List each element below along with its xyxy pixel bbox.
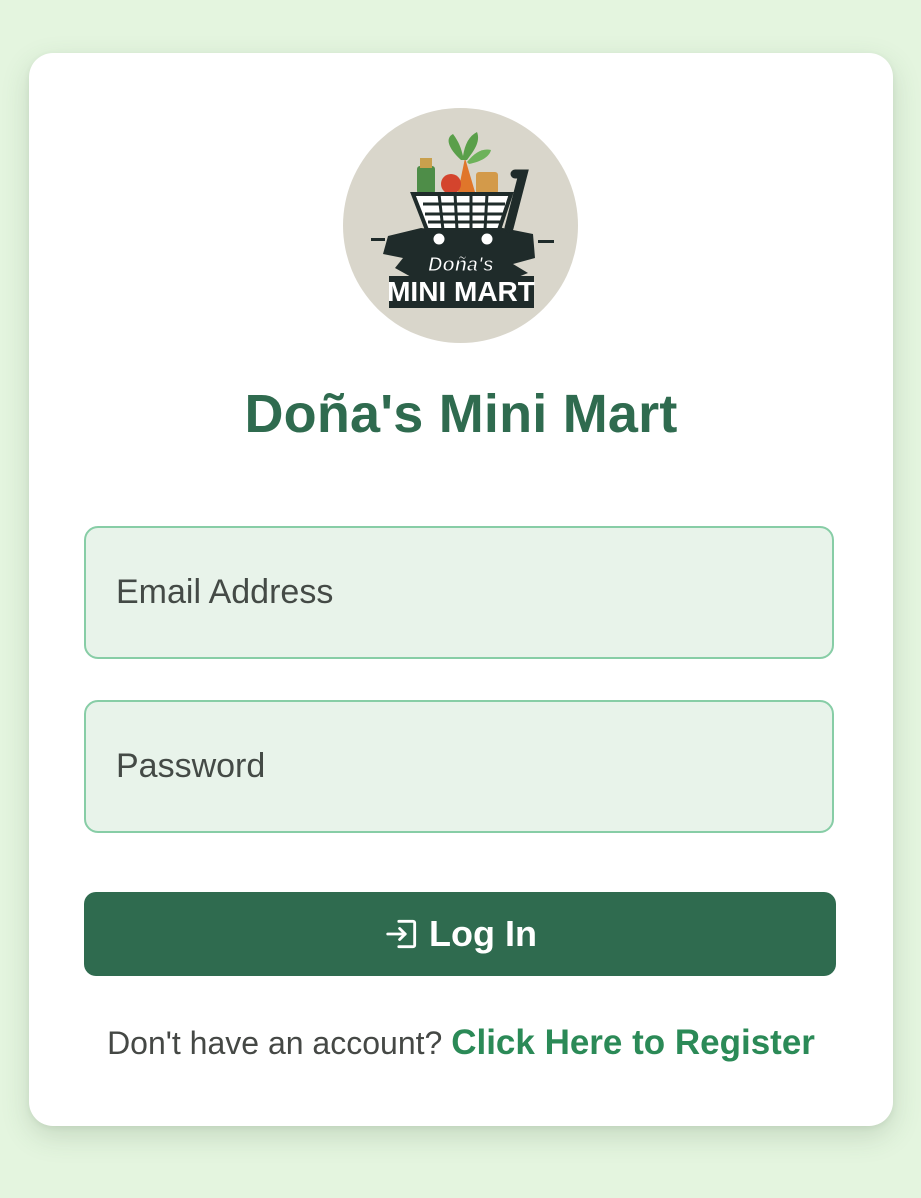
page-title: Doña's Mini Mart	[244, 384, 678, 444]
login-button-label: Log In	[429, 913, 537, 954]
register-prompt: Don't have an account?	[107, 1025, 452, 1061]
login-icon	[383, 915, 421, 953]
svg-text:MINI MART: MINI MART	[387, 276, 535, 307]
email-input[interactable]	[86, 528, 832, 657]
shopping-cart-icon: Doña's MINI MART	[371, 132, 554, 308]
register-row: Don't have an account? Click Here to Reg…	[29, 1023, 893, 1063]
store-logo: Doña's MINI MART	[343, 108, 578, 343]
login-button[interactable]: Log In	[84, 892, 836, 976]
password-field[interactable]	[84, 700, 834, 833]
email-field[interactable]	[84, 526, 834, 659]
register-link[interactable]: Click Here to Register	[451, 1023, 815, 1062]
password-input[interactable]	[86, 702, 832, 831]
svg-text:Doña's: Doña's	[428, 254, 494, 276]
login-card: Doña's MINI MART Doña's Mini Mart Log In…	[29, 53, 893, 1126]
